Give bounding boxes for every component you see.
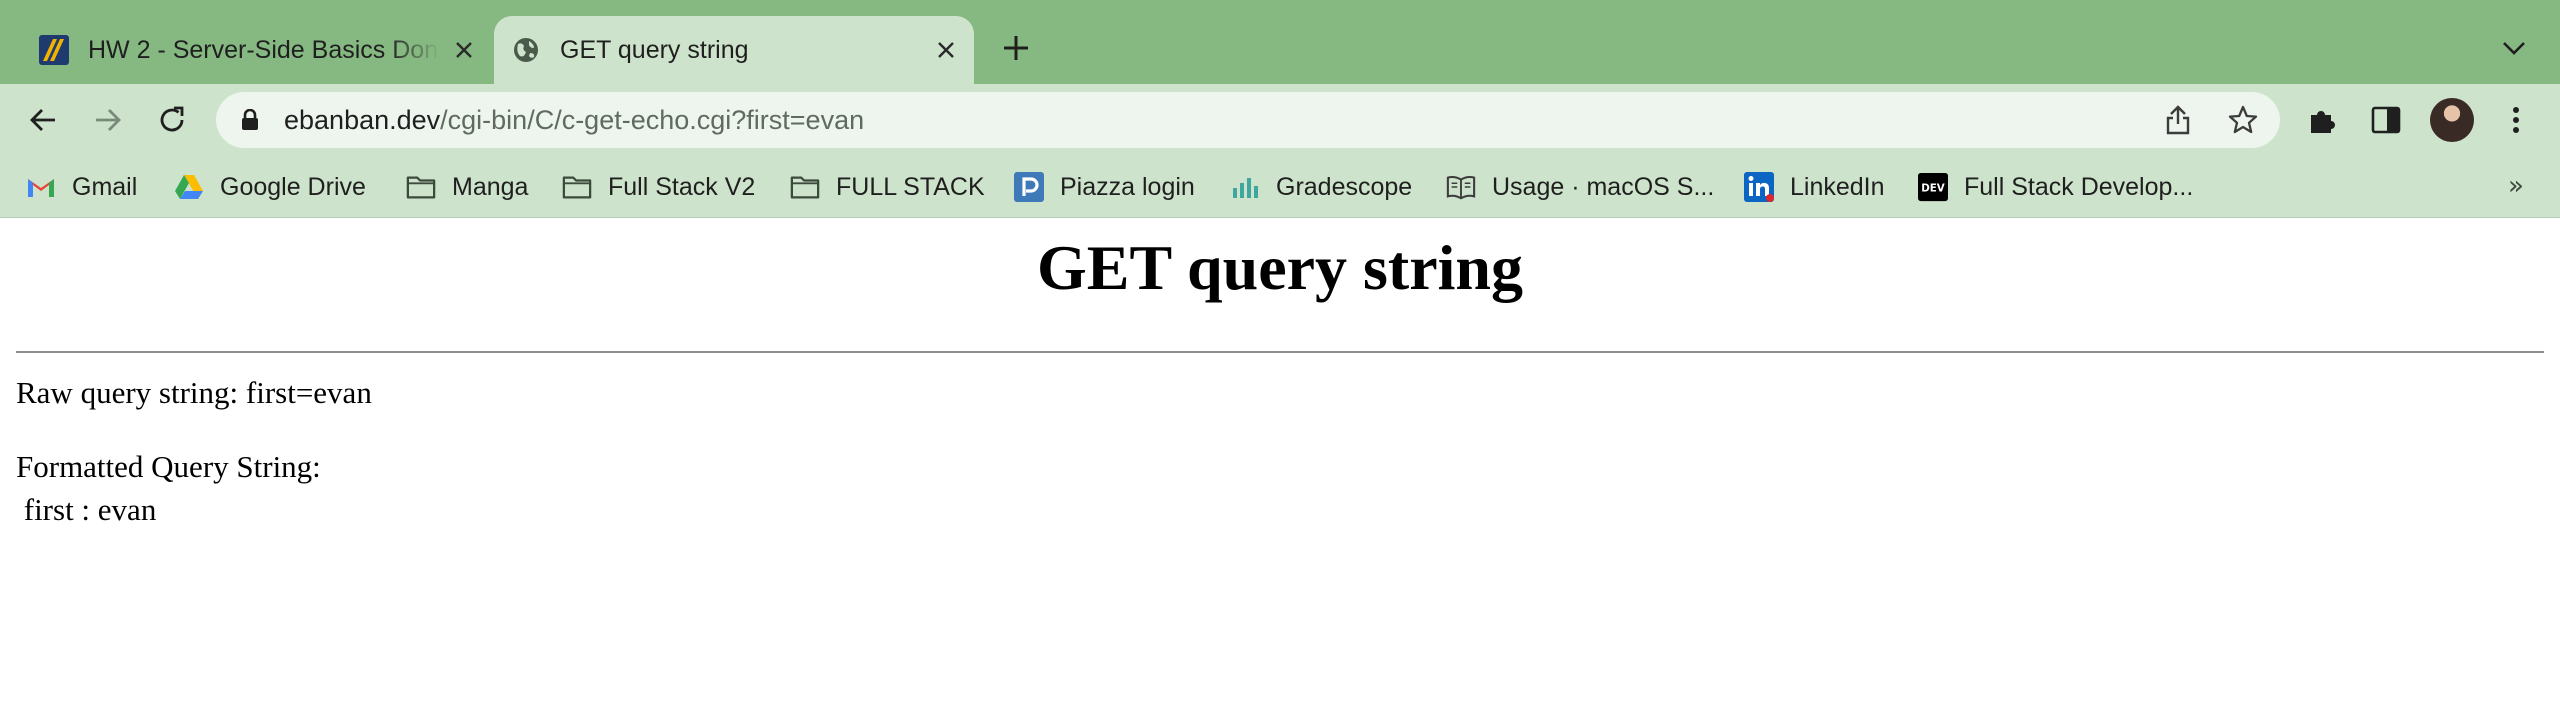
globe-icon	[510, 34, 542, 66]
double-chevron-right-icon: »	[2508, 171, 2524, 201]
url-text[interactable]: ebanban.dev/cgi-bin/C/c-get-echo.cgi?fir…	[284, 105, 864, 136]
bookmarks-bar: Gmail Google Drive Manga Full Stack V2 F…	[0, 156, 2560, 218]
plus-icon	[1004, 36, 1028, 60]
bookmark-folder-full-stack-v2[interactable]: Full Stack V2	[562, 166, 755, 208]
bookmark-label: Full Stack V2	[608, 172, 756, 201]
dev-icon: DEV	[1918, 172, 1948, 202]
page-content: GET query string Raw query string: first…	[0, 219, 2560, 706]
bookmark-label: Usage · macOS S...	[1492, 172, 1715, 201]
lock-icon[interactable]	[238, 108, 262, 132]
puzzle-icon	[2311, 111, 2335, 133]
tab-get-query-string[interactable]: GET query string	[494, 16, 974, 84]
folder-icon	[562, 172, 592, 202]
bookmarks-overflow-button[interactable]: »	[2496, 166, 2536, 206]
forward-button[interactable]	[86, 98, 130, 142]
divider	[16, 351, 2544, 353]
formatted-query-label: Formatted Query String:	[16, 449, 321, 484]
book-icon	[1446, 172, 1476, 202]
arrow-right-icon	[96, 109, 121, 131]
bookmark-label: Piazza login	[1060, 172, 1195, 201]
bookmark-label: Full Stack Develop...	[1964, 172, 2194, 201]
reload-button[interactable]	[150, 98, 194, 142]
bookmark-google-drive[interactable]: Google Drive	[174, 166, 366, 208]
reload-icon	[160, 106, 184, 132]
address-bar[interactable]: ebanban.dev/cgi-bin/C/c-get-echo.cgi?fir…	[216, 92, 2280, 148]
bookmark-gmail[interactable]: Gmail	[26, 166, 137, 208]
close-icon[interactable]	[446, 32, 482, 68]
bookmark-label: FULL STACK	[836, 172, 985, 201]
bookmark-label: Gmail	[72, 172, 138, 201]
url-host: ebanban.dev	[284, 104, 441, 135]
bookmark-label: Gradescope	[1276, 172, 1413, 201]
gmail-icon	[26, 172, 56, 202]
bookmark-label: LinkedIn	[1790, 172, 1885, 201]
course-logo-icon	[38, 34, 70, 66]
bookmark-label: Manga	[452, 172, 529, 201]
query-param-item: first : evan	[16, 492, 157, 527]
bookmark-star-icon[interactable]	[2223, 100, 2263, 140]
bookmark-linkedin[interactable]: LinkedIn	[1744, 166, 1885, 208]
toolbar: ebanban.dev/cgi-bin/C/c-get-echo.cgi?fir…	[0, 84, 2560, 156]
side-panel-icon	[2371, 106, 2401, 134]
linkedin-icon	[1744, 172, 1774, 202]
tab-title: HW 2 - Server-Side Basics Don	[88, 35, 439, 64]
bookmark-folder-manga[interactable]: Manga	[406, 166, 528, 208]
piazza-icon	[1014, 172, 1044, 202]
folder-icon	[790, 172, 820, 202]
bookmark-label: Google Drive	[220, 172, 366, 201]
bookmark-folder-full-stack[interactable]: FULL STACK	[790, 166, 985, 208]
page-heading: GET query string	[1037, 232, 1523, 303]
tab-strip: HW 2 - Server-Side Basics Don GET query …	[0, 0, 2560, 84]
bookmark-piazza[interactable]: Piazza login	[1014, 166, 1195, 208]
bookmark-usage-macos[interactable]: Usage · macOS S...	[1446, 166, 1714, 208]
menu-button[interactable]	[2494, 98, 2538, 142]
chevron-down-icon	[2503, 42, 2525, 55]
back-button[interactable]	[21, 98, 65, 142]
side-panel-button[interactable]	[2364, 98, 2408, 142]
svg-text:DEV: DEV	[1921, 183, 1945, 195]
share-icon[interactable]	[2158, 100, 2198, 140]
raw-query-string: Raw query string: first=evan	[16, 375, 372, 410]
extensions-button[interactable]	[2300, 98, 2344, 142]
bookmark-gradescope[interactable]: Gradescope	[1230, 166, 1412, 208]
kebab-menu-icon	[2513, 107, 2519, 133]
google-drive-icon	[174, 172, 204, 202]
tab-hw2[interactable]: HW 2 - Server-Side Basics Don	[22, 16, 492, 84]
bookmark-full-stack-developer[interactable]: DEV Full Stack Develop...	[1918, 166, 2193, 208]
folder-icon	[406, 172, 436, 202]
arrow-left-icon	[30, 109, 55, 131]
url-path: /cgi-bin/C/c-get-echo.cgi?first=evan	[440, 104, 865, 135]
tab-search-button[interactable]	[2494, 28, 2534, 68]
gradescope-icon	[1230, 172, 1260, 202]
avatar[interactable]	[2430, 98, 2474, 142]
tab-title: GET query string	[560, 35, 749, 64]
close-icon[interactable]	[928, 32, 964, 68]
new-tab-button[interactable]	[996, 28, 1036, 68]
